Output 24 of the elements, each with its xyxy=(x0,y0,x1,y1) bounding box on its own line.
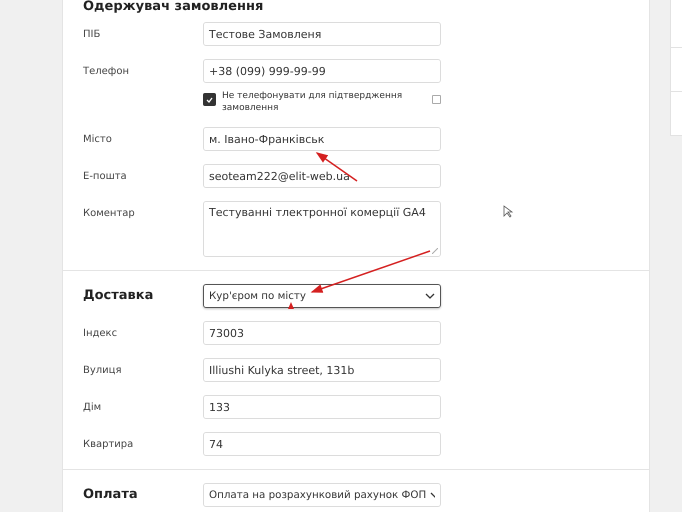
input-field[interactable]: м. Івано-Франківськ xyxy=(203,127,441,151)
section-title: Одержувач замовлення xyxy=(82,0,264,14)
input-field[interactable]: Illiushi Kulyka street, 131b xyxy=(203,358,441,382)
field-label: Коментар xyxy=(83,207,136,219)
field-label: Індекс xyxy=(83,327,118,339)
select-field[interactable]: Кур'єром по місту xyxy=(203,284,441,308)
input-field[interactable]: seoteam222@elit-web.ua xyxy=(203,164,441,188)
input-field[interactable]: 73003 xyxy=(203,321,441,345)
input-field[interactable]: +38 (099) 999-99-99 xyxy=(203,59,441,83)
section-title: Доставка xyxy=(83,289,154,303)
input-field[interactable]: 133 xyxy=(203,395,441,419)
input-field[interactable]: Тестове Замовленя xyxy=(203,22,441,46)
input-field[interactable]: 74 xyxy=(203,432,441,456)
field-label: Вулиця xyxy=(83,364,122,376)
field-label: Е-пошта xyxy=(83,170,128,182)
field-label: Телефон xyxy=(83,65,130,77)
select-field[interactable]: Оплата на розрахунковий рахунок ФОП xyxy=(203,483,441,507)
field-label: Квартира xyxy=(83,438,134,450)
field-label: ПІБ xyxy=(83,28,102,40)
checkbox-label: Не телефонувати для підтвердження замовлення xyxy=(222,90,404,114)
field-label: Місто xyxy=(83,133,113,145)
section-title: Оплата xyxy=(83,488,139,502)
comment-field[interactable]: Тестуванні тлектронної комерції GA4 xyxy=(203,201,441,257)
field-label: Дім xyxy=(83,401,102,413)
